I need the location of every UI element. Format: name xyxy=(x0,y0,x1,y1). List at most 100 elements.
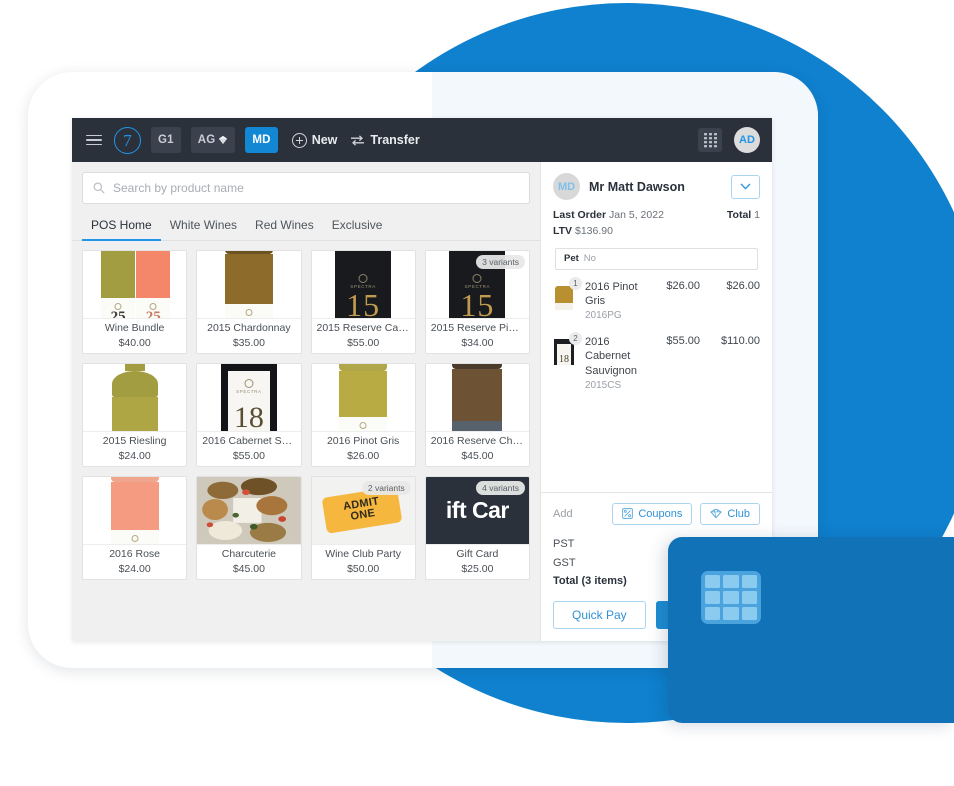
location-chip-ag[interactable]: AG xyxy=(190,127,236,153)
product-name: 2016 Rose xyxy=(109,547,161,560)
product-thumbnail xyxy=(83,477,187,544)
plus-circle-icon xyxy=(291,132,307,148)
customer-name: Mr Matt Dawson xyxy=(589,179,685,194)
cart-item-text: 2016 Pinot Gris 2016PG xyxy=(585,280,640,322)
product-price: $35.00 xyxy=(232,337,265,349)
product-name: 2016 Reserve Chard... xyxy=(430,434,527,447)
product-name: Gift Card xyxy=(456,547,499,560)
pet-field[interactable]: Pet No xyxy=(555,247,758,270)
brand-logo-7: 7 xyxy=(114,126,141,154)
product-info: Gift Card $25.00 xyxy=(425,543,529,579)
keypad-grid-icon[interactable] xyxy=(698,128,722,152)
product-price: $40.00 xyxy=(118,337,151,349)
product-name: 2016 Pinot Gris xyxy=(326,434,400,447)
product-name: 2015 Chardonnay xyxy=(207,321,291,334)
cart-item-sku: 2015CS xyxy=(585,379,622,391)
product-name: 2016 Cabernet Sauv... xyxy=(202,434,299,447)
floating-payment-card xyxy=(668,537,954,723)
product-name: 2015 Riesling xyxy=(102,434,167,447)
tab-exclusive[interactable]: Exclusive xyxy=(323,213,392,241)
cart-line-item[interactable]: 18 2 2016 Cabernet Sauvignon 2015CS $55.… xyxy=(553,332,760,391)
club-label: Club xyxy=(727,507,750,520)
coupons-label: Coupons xyxy=(638,507,683,520)
bottle-art-rose xyxy=(110,477,159,544)
pos-application-window: 7 G1 AG MD New Transfer AD Search by pro… xyxy=(72,118,772,641)
bottle-art-brown xyxy=(452,364,503,431)
product-card[interactable]: 2016 Rose $24.00 xyxy=(82,476,188,580)
product-price: $24.00 xyxy=(118,450,151,462)
chevron-down-icon xyxy=(740,183,751,190)
club-button[interactable]: Club xyxy=(700,502,760,525)
product-price: $24.00 xyxy=(118,563,151,575)
product-info: 2016 Reserve Chard... $45.00 xyxy=(425,430,529,466)
product-thumbnail: 3 variants SPECTRA 15 xyxy=(425,251,529,318)
diamond-gem-icon xyxy=(219,135,228,145)
add-label: Add xyxy=(553,507,573,520)
product-card[interactable]: Charcuterie $45.00 xyxy=(196,476,302,580)
tab-red-wines[interactable]: Red Wines xyxy=(246,213,323,241)
quick-pay-button[interactable]: Quick Pay xyxy=(553,601,646,629)
product-card[interactable]: 2016 Pinot Gris $26.00 xyxy=(310,363,416,467)
screenshot-stage: 7 G1 AG MD New Transfer AD Search by pro… xyxy=(0,0,954,786)
cart-item-name: 2016 Cabernet Sauvignon xyxy=(585,336,637,377)
product-card[interactable]: 2016 Reserve Chard... $45.00 xyxy=(424,363,530,467)
customer-meta: Last Order Jan 5, 2022 Total 1 LTV $136.… xyxy=(553,208,760,240)
product-thumbnail: ift Car 4 variants xyxy=(425,477,529,544)
app-header: 7 G1 AG MD New Transfer AD xyxy=(72,118,772,162)
new-button-label: New xyxy=(311,133,338,147)
variant-badge: 4 variants xyxy=(476,481,525,495)
location-chip-md[interactable]: MD xyxy=(245,127,278,153)
customer-expand-button[interactable] xyxy=(731,174,760,199)
product-price: $55.00 xyxy=(347,337,380,349)
coupon-tag-icon xyxy=(622,508,634,520)
cart-item-thumbnail: 1 xyxy=(553,276,582,310)
quantity-badge: 1 xyxy=(569,276,582,290)
product-card[interactable]: 2 variants ADMIT ONE Wine Club Party $50.… xyxy=(310,476,416,580)
product-card[interactable]: SPECTRA 15 2015 Reserve Caber... $55.00 xyxy=(310,250,416,354)
catalog-tabs: POS Home White Wines Red Wines Exclusive xyxy=(72,213,540,241)
cart-items-list: 1 2016 Pinot Gris 2016PG $26.00 $26.00 1… xyxy=(541,270,772,492)
product-card[interactable]: 25 25 Wine Bundle $40.00 xyxy=(82,250,188,354)
last-order-value: Jan 5, 2022 xyxy=(609,209,664,221)
cart-item-line-total: $110.00 xyxy=(721,335,760,348)
transfer-button[interactable]: Transfer xyxy=(350,133,420,147)
location-chip-g1-label: G1 xyxy=(158,134,174,146)
coupons-button[interactable]: Coupons xyxy=(612,502,693,525)
search-box[interactable] xyxy=(82,172,530,204)
new-button[interactable]: New xyxy=(291,132,338,148)
quantity-badge: 2 xyxy=(569,332,582,346)
tab-white-wines[interactable]: White Wines xyxy=(161,213,246,241)
product-thumbnail xyxy=(197,477,301,544)
transfer-arrows-icon xyxy=(351,134,365,146)
add-row: Add Coupons Club xyxy=(553,502,760,525)
bottle-art-white-label-18: SPECTRA 18 xyxy=(220,364,277,431)
product-card[interactable]: 2015 Chardonnay $35.00 xyxy=(196,250,302,354)
user-avatar[interactable]: AD xyxy=(734,127,760,153)
product-grid-scroll[interactable]: 25 25 Wine Bundle $40.00 2015 Chardonnay… xyxy=(72,241,540,641)
tab-pos-home[interactable]: POS Home xyxy=(82,213,161,241)
product-price: $45.00 xyxy=(461,450,494,462)
product-card[interactable]: SPECTRA 18 2016 Cabernet Sauv... $55.00 xyxy=(196,363,302,467)
product-thumbnail xyxy=(83,364,187,431)
pet-value: No xyxy=(583,253,596,264)
product-thumbnail: SPECTRA 18 xyxy=(197,364,301,431)
product-price: $26.00 xyxy=(347,450,380,462)
product-thumbnail xyxy=(425,364,529,431)
total-label: Total xyxy=(726,209,752,221)
location-chip-g1[interactable]: G1 xyxy=(151,127,181,153)
hamburger-menu-icon[interactable] xyxy=(86,134,102,146)
transfer-button-label: Transfer xyxy=(370,133,420,147)
search-input[interactable] xyxy=(113,181,519,195)
bottle-art-rose: 25 xyxy=(136,251,171,318)
cart-item-unit-price: $55.00 xyxy=(666,335,700,348)
cart-line-item[interactable]: 1 2016 Pinot Gris 2016PG $26.00 $26.00 xyxy=(553,276,760,322)
ltv-value: $136.90 xyxy=(574,224,613,237)
cart-item-line-total: $26.00 xyxy=(726,279,760,292)
product-card[interactable]: ift Car 4 variants Gift Card $25.00 xyxy=(424,476,530,580)
bottle-art-gold xyxy=(339,364,388,431)
product-price: $55.00 xyxy=(232,450,265,462)
pet-label: Pet xyxy=(564,253,579,264)
product-card[interactable]: 3 variants SPECTRA 15 2015 Reserve Pinot… xyxy=(424,250,530,354)
product-info: 2015 Reserve Caber... $55.00 xyxy=(311,317,415,353)
product-card[interactable]: 2015 Riesling $24.00 xyxy=(82,363,188,467)
